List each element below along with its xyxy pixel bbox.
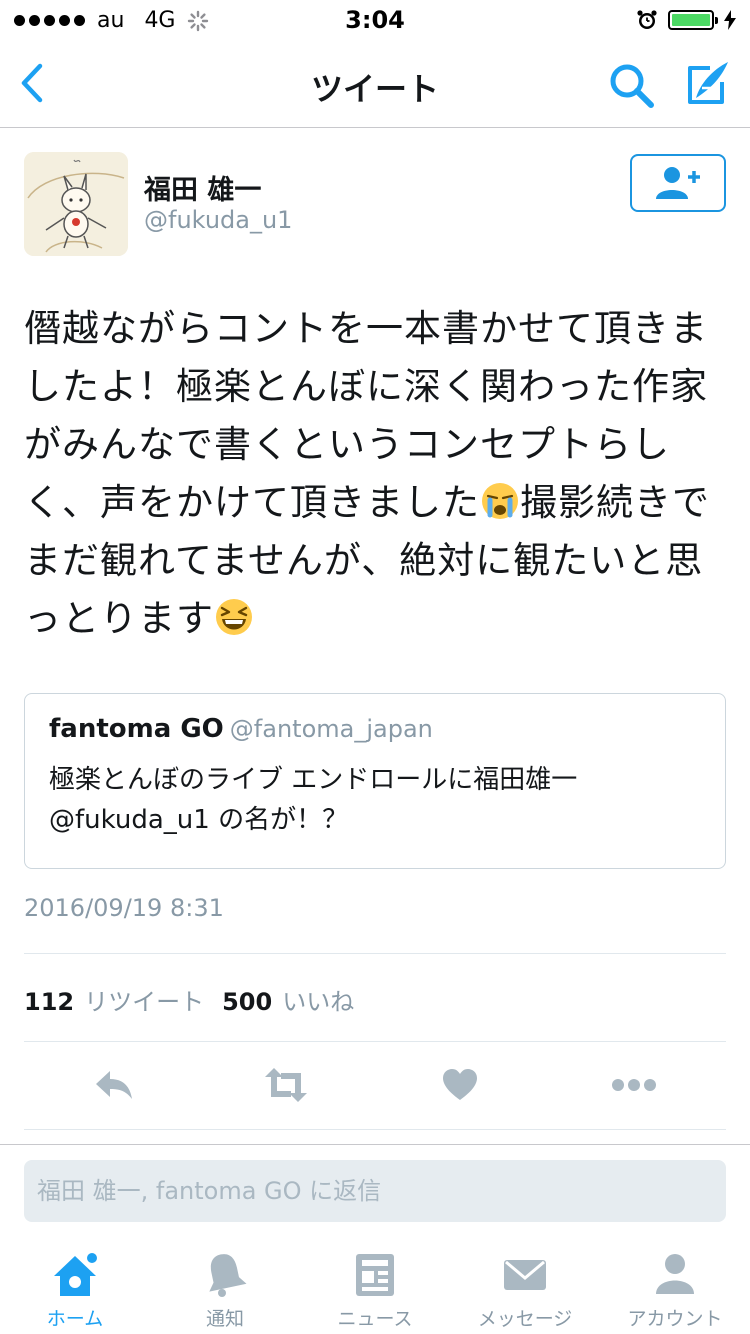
tweet-timestamp: 2016/09/19 8:31 [24, 894, 224, 922]
tab-messages-label: メッセージ [477, 1308, 573, 1330]
tab-news[interactable]: ニュース [300, 1242, 450, 1334]
battery-level-fill [672, 14, 710, 26]
retweet-icon [265, 1068, 307, 1102]
tab-home[interactable]: ホーム [0, 1242, 150, 1334]
tab-notifications[interactable]: 通知 [150, 1242, 300, 1334]
tab-bar: ホーム 通知 ニュース メッセージ アカウント [0, 1242, 750, 1334]
like-count[interactable]: 500 [222, 988, 272, 1016]
crying-face-emoji-icon [482, 483, 518, 519]
navigation-bar: ツイート [0, 40, 750, 128]
divider [24, 953, 726, 954]
search-button[interactable] [606, 60, 658, 112]
quoted-author-handle: @fantoma_japan [229, 715, 433, 743]
person-icon [656, 1254, 694, 1294]
compose-tweet-button[interactable] [680, 58, 732, 110]
status-right [636, 9, 736, 31]
tweet-text: 僭越ながらコントを一本書かせて頂きましたよ！極楽とんぼに深く関わった作家がみんな… [24, 300, 724, 648]
tweet-stats: 112 リツイート 500 いいね [24, 982, 372, 1017]
retweet-button[interactable] [260, 1062, 312, 1108]
news-icon [356, 1254, 394, 1296]
tab-notifications-label: 通知 [205, 1308, 244, 1330]
tweet-author: 福田 雄一 @fukuda_u1 [24, 152, 726, 256]
tab-home-label: ホーム [46, 1308, 104, 1330]
avatar[interactable] [24, 152, 128, 256]
battery-icon [668, 10, 718, 30]
search-icon [610, 64, 654, 108]
reply-input[interactable] [24, 1160, 726, 1222]
tab-account-label: アカウント [627, 1308, 723, 1330]
more-dots-icon [612, 1079, 656, 1091]
author-name[interactable]: 福田 雄一 [144, 168, 261, 207]
follow-button[interactable] [630, 154, 726, 212]
more-options-button[interactable] [608, 1062, 660, 1108]
heart-icon [443, 1069, 477, 1100]
like-label[interactable]: いいね [282, 982, 354, 1017]
retweet-label[interactable]: リツイート [84, 982, 204, 1017]
alarm-clock-icon [637, 10, 657, 29]
compose-icon [688, 62, 728, 104]
quoted-tweet-text: 極楽とんぼのライブ エンドロールに福田雄一 @fukuda_u1 の名が！？ [49, 765, 578, 835]
home-icon [54, 1252, 99, 1296]
laughing-face-emoji-icon [216, 599, 252, 635]
reply-icon [96, 1071, 132, 1099]
charging-bolt-icon [724, 10, 736, 30]
retweet-count[interactable]: 112 [24, 988, 74, 1016]
divider [24, 1129, 726, 1130]
tab-account[interactable]: アカウント [600, 1242, 750, 1334]
envelope-icon [504, 1260, 546, 1290]
bell-icon [209, 1254, 247, 1297]
quoted-tweet-card[interactable]: fantoma GO @fantoma_japan 極楽とんぼのライブ エンドロー… [24, 693, 726, 869]
like-button[interactable] [434, 1062, 486, 1108]
reply-area-divider [0, 1144, 750, 1145]
status-bar: au 4G 3:04 [0, 0, 750, 40]
tab-news-label: ニュース [337, 1308, 413, 1330]
author-handle[interactable]: @fukuda_u1 [144, 206, 292, 234]
reply-button[interactable] [88, 1062, 140, 1108]
tab-messages[interactable]: メッセージ [450, 1242, 600, 1334]
avatar-drawing-image [24, 152, 128, 256]
quoted-author-name: fantoma GO [49, 714, 224, 744]
add-user-icon [656, 167, 700, 199]
quoted-tweet-header: fantoma GO @fantoma_japan [49, 714, 433, 744]
divider [24, 1041, 726, 1042]
